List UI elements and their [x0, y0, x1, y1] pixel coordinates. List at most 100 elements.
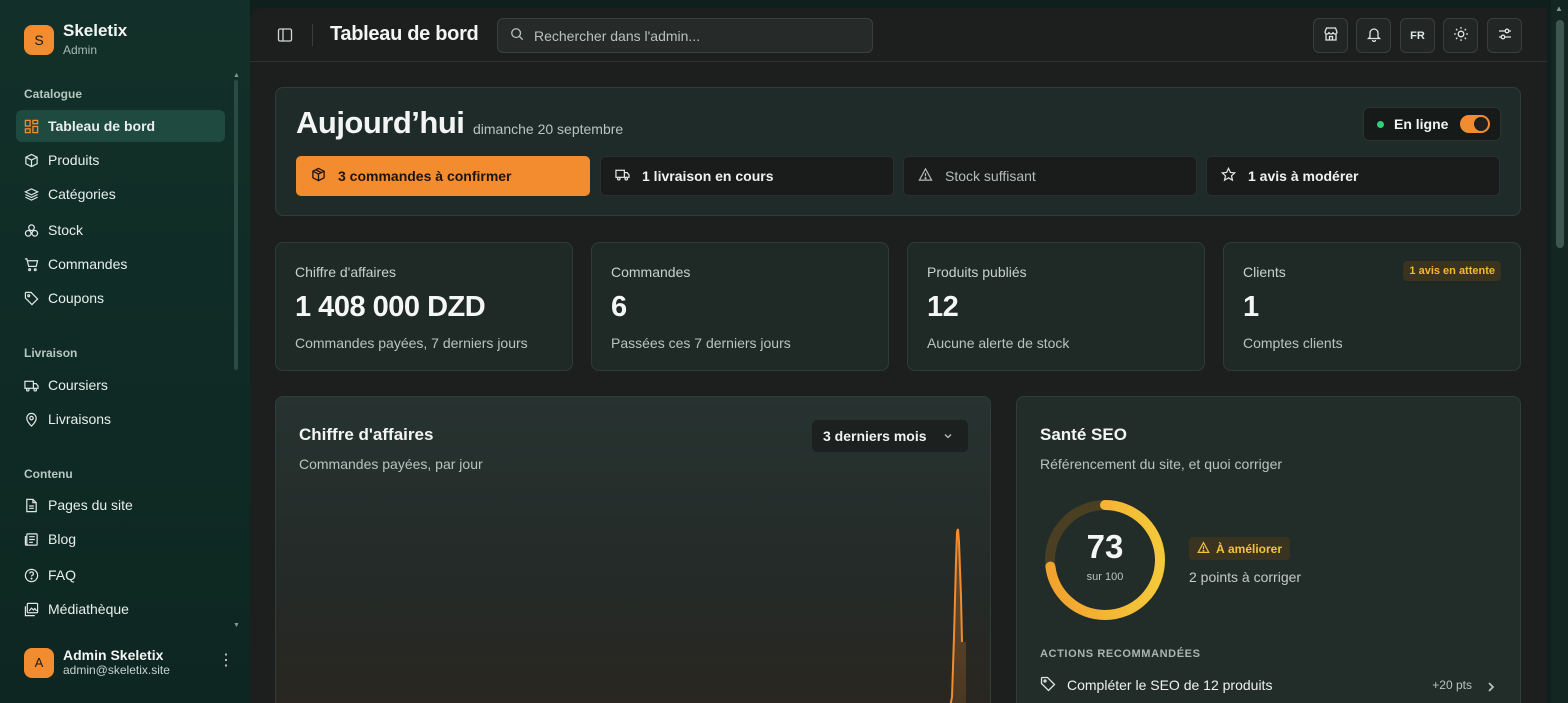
seo-action-points: +20 pts: [1432, 678, 1472, 692]
seo-health-card: Santé SEO Référencement du site, et quoi…: [1016, 396, 1521, 703]
sidebar-item-products[interactable]: Produits: [16, 144, 225, 176]
online-status-toggle[interactable]: En ligne: [1363, 107, 1501, 141]
sidebar-item-label: Médiathèque: [48, 601, 129, 617]
sidebar-item-label: Tableau de bord: [48, 118, 156, 134]
main-panel: Tableau de bord Rechercher dans l'admin.…: [250, 8, 1547, 703]
kpi-subtext: Aucune alerte de stock: [927, 335, 1070, 351]
sidebar-item-label: Produits: [48, 152, 100, 168]
seo-status-badge: À améliorer: [1189, 537, 1291, 560]
search-placeholder: Rechercher dans l'admin...: [534, 27, 701, 44]
avatar: A: [24, 647, 54, 678]
kpi-value: 1: [1243, 291, 1259, 323]
star-icon: [1220, 166, 1237, 185]
stock-pill[interactable]: Stock suffisant: [903, 156, 1197, 196]
seo-subtitle: Référencement du site, et quoi corriger: [1040, 456, 1283, 472]
user-profile[interactable]: A Admin Skeletix admin@skeletix.site ⋮: [24, 647, 234, 678]
box-icon: [24, 153, 39, 168]
period-value: 3 derniers mois: [823, 428, 927, 444]
pill-label: Stock suffisant: [945, 168, 1036, 184]
sidebar-item-deliveries[interactable]: Livraisons: [16, 403, 225, 435]
search-input[interactable]: Rechercher dans l'admin...: [497, 18, 873, 53]
nav-section-contenu: Contenu: [24, 467, 73, 481]
sliders-icon: [1497, 26, 1513, 45]
sidebar-item-label: FAQ: [48, 567, 77, 583]
sidebar-item-stock[interactable]: Stock: [16, 214, 225, 246]
sidebar-item-categories[interactable]: Catégories: [16, 178, 225, 210]
settings-button[interactable]: [1487, 18, 1522, 53]
file-icon: [24, 498, 39, 513]
kpi-card-clients[interactable]: Clients 1 avis en attente 1 Comptes clie…: [1223, 242, 1521, 371]
kpi-subtext: Passées ces 7 derniers jours: [611, 335, 791, 351]
sidebar-item-label: Pages du site: [48, 497, 133, 513]
sidebar-scrollbar[interactable]: [234, 80, 238, 370]
sidebar-scroll-up[interactable]: ▲: [233, 72, 240, 79]
tag-icon: [24, 291, 39, 306]
topbar: Tableau de bord Rechercher dans l'admin.…: [250, 8, 1547, 62]
pending-reviews-badge[interactable]: 1 avis en attente: [1403, 261, 1501, 281]
language-button[interactable]: FR: [1400, 18, 1435, 53]
chevron-down-icon: [942, 429, 954, 441]
pill-label: 1 livraison en cours: [642, 168, 774, 184]
truck-icon: [24, 378, 39, 393]
page-scrollbar-thumb[interactable]: [1556, 20, 1564, 248]
revenue-chart-card: Chiffre d'affaires Commandes payées, par…: [275, 396, 991, 703]
sidebar-item-label: Stock: [48, 222, 84, 238]
sidebar-item-label: Coursiers: [48, 377, 108, 393]
kpi-subtext: Comptes clients: [1243, 335, 1343, 351]
storefront-button[interactable]: [1313, 18, 1348, 53]
sidebar-item-site-pages[interactable]: Pages du site: [16, 489, 225, 521]
sidebar-item-dashboard[interactable]: Tableau de bord: [16, 110, 225, 142]
kpi-label: Produits publiés: [927, 264, 1027, 280]
bell-icon: [1366, 26, 1382, 45]
layers-icon: [24, 187, 39, 202]
kpi-label: Clients: [1243, 264, 1286, 280]
nav-section-livraison: Livraison: [24, 346, 78, 360]
kpi-value: 6: [611, 291, 627, 323]
sidebar-toggle-icon[interactable]: [277, 27, 293, 43]
map-pin-icon: [24, 412, 39, 427]
kpi-subtext: Commandes payées, 7 derniers jours: [295, 335, 528, 351]
seo-score: 73: [1086, 528, 1124, 565]
seo-status-label: À améliorer: [1216, 541, 1283, 556]
deliveries-pill[interactable]: 1 livraison en cours: [600, 156, 894, 196]
sidebar-item-label: Livraisons: [48, 411, 112, 427]
today-title: Aujourd’hui: [296, 105, 465, 140]
sidebar: S Skeletix Admin Catalogue Tableau de bo…: [0, 0, 250, 703]
help-circle-icon: [24, 568, 39, 583]
sidebar-item-coupons[interactable]: Coupons: [16, 282, 225, 314]
online-switch[interactable]: [1460, 115, 1490, 133]
sidebar-item-orders[interactable]: Commandes: [16, 248, 225, 280]
kpi-label: Commandes: [611, 264, 691, 280]
sidebar-item-couriers[interactable]: Coursiers: [16, 369, 225, 401]
kpi-card-orders[interactable]: Commandes 6 Passées ces 7 derniers jours: [591, 242, 889, 371]
boxes-icon: [24, 223, 39, 238]
page-title: Tableau de bord: [330, 23, 479, 45]
topbar-divider: [312, 24, 313, 46]
pending-orders-pill[interactable]: 3 commandes à confirmer: [296, 156, 590, 196]
kpi-value: 12: [927, 291, 959, 323]
reviews-pill[interactable]: 1 avis à modérer: [1206, 156, 1500, 196]
page-scroll-up[interactable]: ▲: [1555, 4, 1563, 13]
sidebar-item-label: Blog: [48, 531, 77, 547]
brand[interactable]: S Skeletix Admin: [24, 22, 127, 58]
store-icon: [1323, 26, 1339, 45]
seo-actions-heading: ACTIONS RECOMMANDÉES: [1040, 648, 1201, 660]
sidebar-item-label: Catégories: [48, 186, 116, 202]
today-date: dimanche 20 septembre: [473, 121, 624, 137]
sidebar-item-media-library[interactable]: Médiathèque: [16, 593, 225, 625]
sidebar-item-blog[interactable]: Blog: [16, 523, 225, 555]
sidebar-scroll-down[interactable]: ▼: [233, 622, 240, 629]
more-vertical-icon[interactable]: ⋮: [218, 653, 234, 669]
theme-toggle-button[interactable]: [1443, 18, 1478, 53]
kpi-card-revenue[interactable]: Chiffre d'affaires 1 408 000 DZD Command…: [275, 242, 573, 371]
seo-action-label: Compléter le SEO de 12 produits: [1067, 677, 1273, 693]
sidebar-item-faq[interactable]: FAQ: [16, 559, 225, 591]
newspaper-icon: [24, 532, 39, 547]
seo-action-item[interactable]: Compléter le SEO de 12 produits +20 pts: [1040, 673, 1500, 697]
notifications-button[interactable]: [1356, 18, 1391, 53]
images-icon: [24, 602, 39, 617]
period-select[interactable]: 3 derniers mois: [812, 420, 968, 452]
dashboard-icon: [24, 119, 39, 134]
kpi-card-products[interactable]: Produits publiés 12 Aucune alerte de sto…: [907, 242, 1205, 371]
sidebar-item-label: Coupons: [48, 290, 105, 306]
